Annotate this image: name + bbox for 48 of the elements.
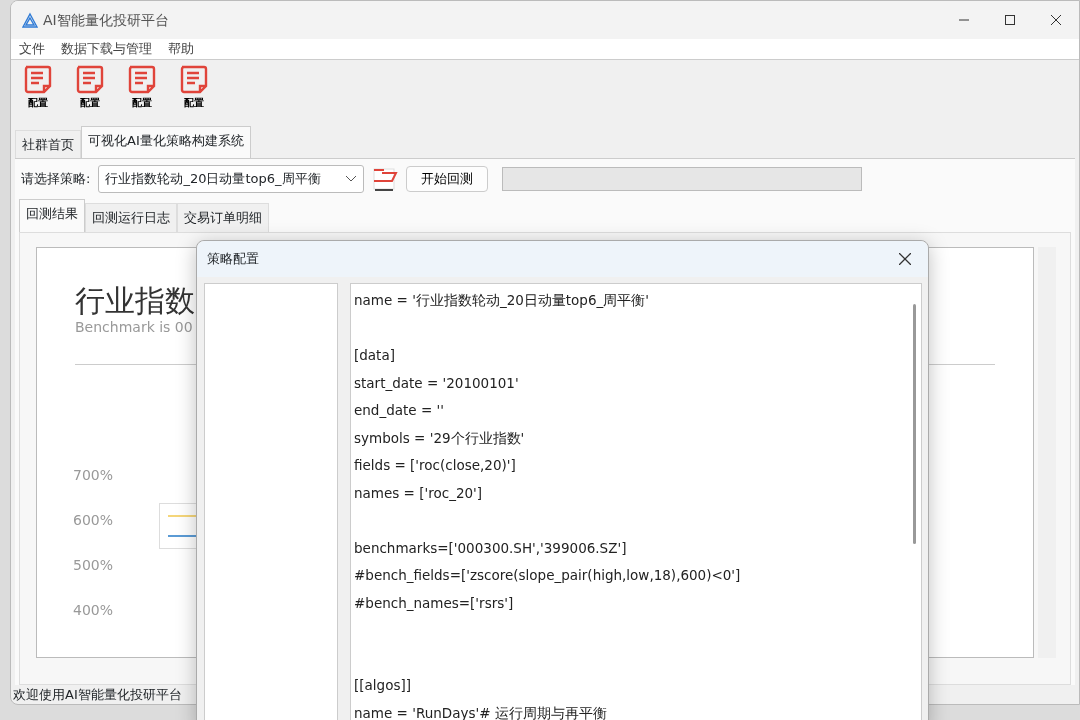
maximize-icon [1005, 15, 1015, 25]
status-text: 欢迎使用AI智能量化投研平台 [13, 685, 182, 704]
code-line: symbols = '29个行业指数' [354, 428, 526, 448]
code-line: #bench_fields=['zscore(slope_pair(high,low,18),600)<0'] [354, 566, 742, 585]
toolbar-button[interactable]: 配置 [71, 63, 109, 116]
field-label: 请选择策略: [21, 170, 91, 189]
toolbar-button[interactable]: 配置 [123, 63, 161, 116]
menu-item[interactable]: 文件 [19, 39, 45, 59]
axis-tick-label: 400% [73, 600, 115, 620]
close-icon [1051, 15, 1061, 25]
code-editor[interactable] [350, 283, 922, 720]
tab[interactable]: 社群首页 [15, 129, 81, 158]
code-line: [[algos]] [354, 676, 412, 695]
toolbar-button[interactable]: 配置 [19, 63, 57, 116]
code-line: name = 'RunDays'# 运行周期与再平衡 [354, 703, 608, 720]
dialog-title: 策略配置 [207, 250, 259, 269]
code-line: start_date = '20100101' [354, 373, 520, 393]
window-title: AI智能量化投研平台 [43, 10, 169, 30]
close-icon [899, 253, 911, 265]
axis-tick-label: 700% [73, 465, 115, 485]
code-line: [data] [354, 346, 396, 365]
document-icon [23, 63, 53, 95]
chevron-down-icon [345, 175, 358, 183]
run-button[interactable]: 开始回测 [406, 166, 489, 192]
scrollbar-thumb[interactable] [912, 304, 916, 544]
report-subtitle: Benchmark is 00 [75, 317, 193, 337]
document-icon [127, 63, 157, 95]
menu-item[interactable]: 帮助 [168, 39, 194, 59]
tab[interactable]: 回测运行日志 [85, 203, 177, 232]
logo-icon [21, 11, 39, 29]
tab[interactable]: 交易订单明细 [177, 203, 269, 232]
tab[interactable]: 回测结果 [19, 199, 85, 232]
folder-icon[interactable] [372, 165, 399, 193]
report-title: 行业指数 [75, 283, 195, 317]
document-icon [75, 63, 105, 95]
document-icon [179, 63, 209, 95]
code-line: #bench_names=['rsrs'] [354, 593, 515, 613]
axis-tick-label: 600% [73, 510, 115, 530]
code-line: benchmarks=['000300.SH','399006.SZ'] [354, 538, 628, 558]
axis-tick-label: 500% [73, 555, 115, 575]
strategy-dropdown[interactable]: 行业指数轮动_20日动量top6_周平衡 [98, 165, 365, 193]
code-line: end_date = '' [354, 401, 445, 420]
toolbar-button[interactable]: 配置 [175, 63, 213, 116]
code-line: fields = ['roc(close,20)'] [354, 456, 517, 475]
code-line: name = '行业指数轮动_20日动量top6_周平衡' [354, 291, 650, 310]
menu-item[interactable]: 数据下载与管理 [61, 39, 152, 59]
code-line: names = ['roc_20'] [354, 483, 484, 503]
tab[interactable]: 可视化AI量化策略构建系统 [81, 125, 251, 158]
